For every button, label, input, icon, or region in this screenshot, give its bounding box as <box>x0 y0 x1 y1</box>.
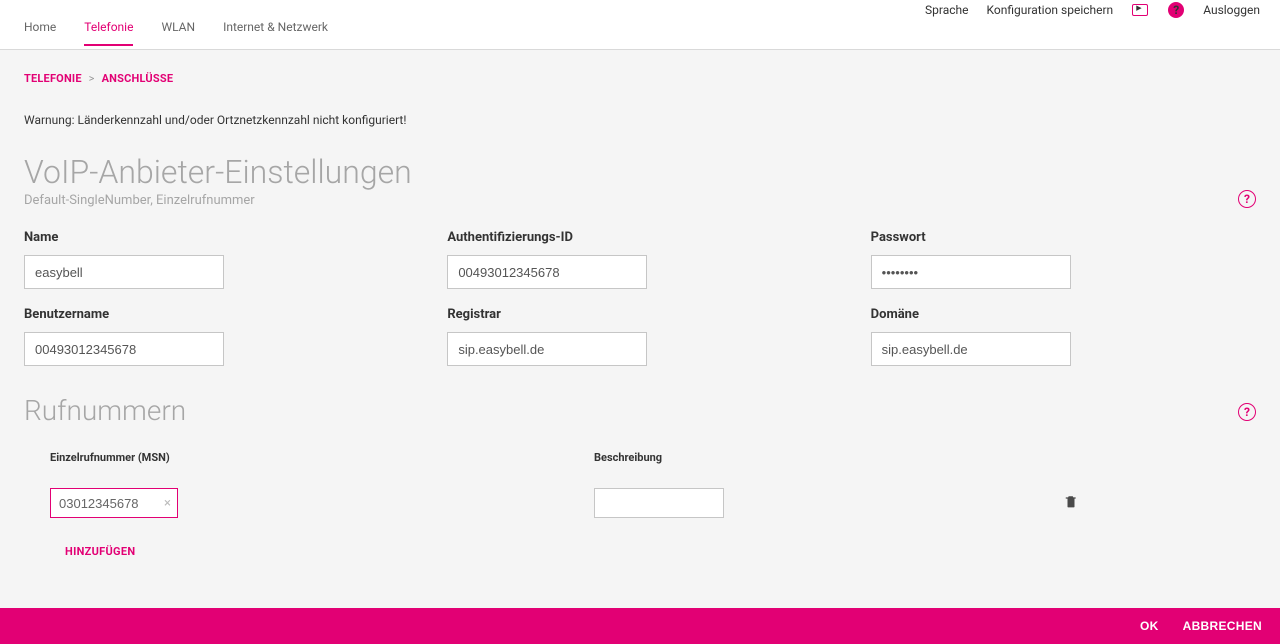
tab-home[interactable]: Home <box>24 20 56 44</box>
label-domain: Domäne <box>871 307 1074 322</box>
breadcrumb: TELEFONIE > ANSCHLÜSSE <box>24 72 1256 85</box>
top-utility-bar: Sprache Konfiguration speichern ? Auslog… <box>0 0 1280 20</box>
screencast-icon[interactable] <box>1131 1 1149 19</box>
input-auth-id[interactable] <box>447 255 647 289</box>
settings-form: Name Authentifizierungs-ID Passwort Benu… <box>24 230 1074 366</box>
input-name[interactable] <box>24 255 224 289</box>
save-config-link[interactable]: Konfiguration speichern <box>987 3 1114 17</box>
input-password[interactable] <box>871 255 1071 289</box>
breadcrumb-b[interactable]: ANSCHLÜSSE <box>102 72 174 85</box>
section-numbers-title: Rufnummern <box>24 394 1256 427</box>
label-registrar: Registrar <box>447 307 650 322</box>
trash-icon[interactable] <box>1064 495 1078 513</box>
tab-telephony[interactable]: Telefonie <box>84 20 133 46</box>
add-msn-button[interactable]: HINZUFÜGEN <box>50 545 135 558</box>
label-username: Benutzername <box>24 307 227 322</box>
msn-header-col1: Einzelrufnummer (MSN) <box>50 451 594 464</box>
msn-header-col2: Beschreibung <box>594 451 1064 464</box>
label-name: Name <box>24 230 227 245</box>
clear-icon[interactable]: × <box>164 496 171 511</box>
ok-button[interactable]: OK <box>1140 619 1159 633</box>
input-username[interactable] <box>24 332 224 366</box>
msn-header: Einzelrufnummer (MSN) Beschreibung <box>50 451 1256 464</box>
help-icon[interactable]: ? <box>1167 1 1185 19</box>
input-registrar[interactable] <box>447 332 647 366</box>
page-subtitle: Default-SingleNumber, Einzelrufnummer <box>24 193 1256 208</box>
msn-description-input[interactable] <box>594 488 724 518</box>
msn-input[interactable] <box>50 488 178 518</box>
main-nav: Home Telefonie WLAN Internet & Netzwerk <box>0 20 1280 50</box>
cancel-button[interactable]: ABBRECHEN <box>1183 619 1262 633</box>
msn-block: Einzelrufnummer (MSN) Beschreibung × HIN… <box>24 451 1256 559</box>
tab-internet[interactable]: Internet & Netzwerk <box>223 20 328 44</box>
section-numbers-help-icon[interactable]: ? <box>1238 403 1256 421</box>
breadcrumb-sep: > <box>89 72 95 85</box>
section-help-icon[interactable]: ? <box>1238 190 1256 208</box>
page-title: VoIP-Anbieter-Einstellungen <box>24 153 1256 191</box>
msn-row: × <box>50 488 1256 518</box>
input-domain[interactable] <box>871 332 1071 366</box>
content-area: TELEFONIE > ANSCHLÜSSE Warnung: Länderke… <box>0 50 1280 608</box>
logout-link[interactable]: Ausloggen <box>1203 3 1260 17</box>
label-auth-id: Authentifizierungs-ID <box>447 230 650 245</box>
warning-text: Warnung: Länderkennzahl und/oder Ortznet… <box>24 113 1256 127</box>
label-password: Passwort <box>871 230 1074 245</box>
footer-action-bar: OK ABBRECHEN <box>0 608 1280 644</box>
tab-wlan[interactable]: WLAN <box>161 20 195 44</box>
breadcrumb-a[interactable]: TELEFONIE <box>24 72 82 85</box>
language-link[interactable]: Sprache <box>925 3 968 17</box>
